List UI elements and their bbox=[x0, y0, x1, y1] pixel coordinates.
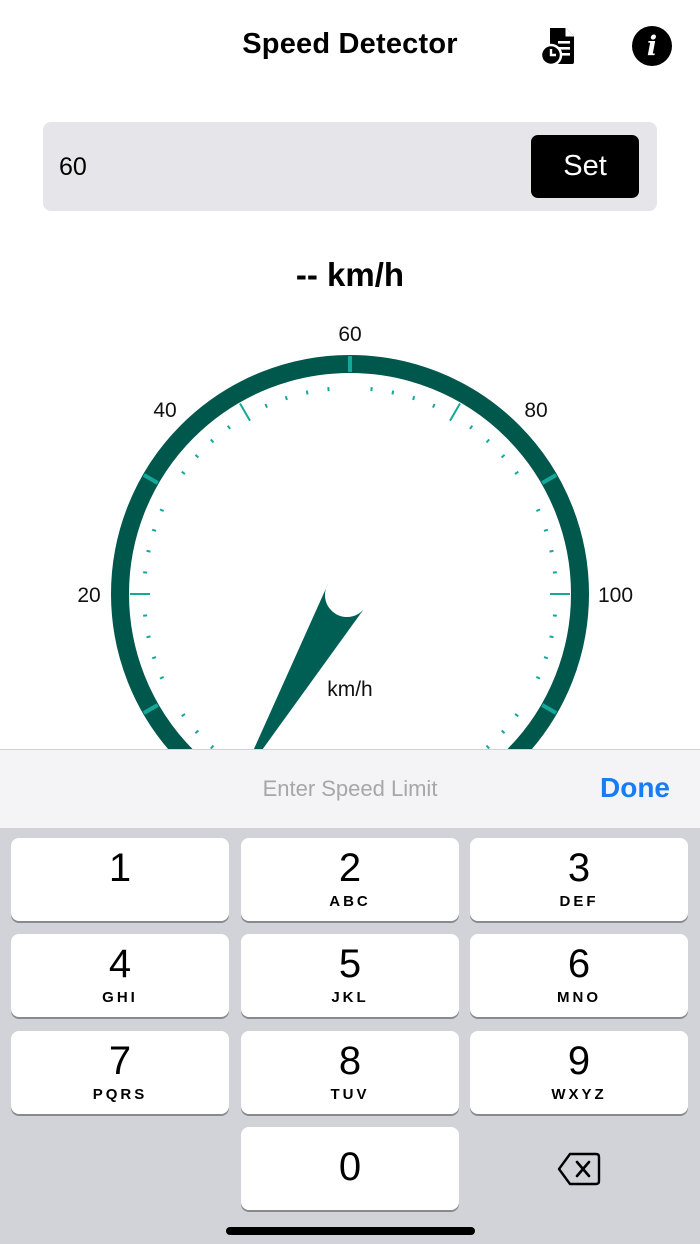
key-2[interactable]: 2 ABC bbox=[241, 838, 459, 921]
gauge-minor-tick bbox=[514, 713, 519, 718]
gauge-minor-tick bbox=[412, 395, 416, 401]
page-title: Speed Detector bbox=[242, 28, 458, 60]
gauge-minor-tick bbox=[210, 438, 215, 444]
gauge-tick-label: 60 bbox=[338, 323, 361, 346]
info-button[interactable]: i bbox=[632, 26, 672, 66]
done-button[interactable]: Done bbox=[600, 772, 670, 804]
gauge-minor-tick bbox=[181, 470, 186, 475]
keyboard-accessory-bar: Enter Speed Limit Done bbox=[0, 749, 700, 828]
gauge-minor-tick bbox=[264, 403, 268, 409]
info-circle-icon: i bbox=[646, 30, 658, 62]
current-speed-readout: -- km/h bbox=[295, 256, 405, 293]
key-5[interactable]: 5 JKL bbox=[241, 934, 459, 1017]
gauge-needle bbox=[253, 584, 367, 750]
gauge-tick-label: 20 bbox=[77, 584, 100, 607]
backspace-icon bbox=[557, 1152, 601, 1185]
gauge-minor-tick bbox=[391, 390, 395, 395]
key-9[interactable]: 9 WXYZ bbox=[470, 1031, 688, 1114]
gauge-minor-tick bbox=[159, 508, 165, 512]
gauge-minor-tick bbox=[469, 425, 474, 430]
key-3[interactable]: 3 DEF bbox=[470, 838, 688, 921]
speed-limit-input[interactable] bbox=[59, 142, 499, 192]
gauge-tick-label: 100 bbox=[598, 584, 633, 607]
gauge-minor-tick bbox=[549, 635, 554, 639]
gauge-minor-tick bbox=[500, 454, 506, 459]
speed-limit-bar: Set bbox=[43, 122, 657, 211]
history-button[interactable] bbox=[538, 24, 582, 68]
gauge-minor-tick bbox=[181, 713, 186, 718]
gauge-minor-tick bbox=[194, 729, 200, 734]
gauge-tick-label: 40 bbox=[153, 399, 176, 422]
gauge-minor-tick bbox=[151, 528, 157, 532]
gauge-minor-tick bbox=[514, 470, 519, 475]
navigation-bar: Speed Detector i bbox=[0, 0, 700, 95]
gauge-tick-label: 80 bbox=[524, 399, 547, 422]
key-8[interactable]: 8 TUV bbox=[241, 1031, 459, 1114]
speedometer-svg: 20 40 60 80 100 km/h bbox=[77, 323, 633, 750]
gauge-minor-tick bbox=[543, 656, 549, 660]
gauge-unit-label: km/h bbox=[327, 678, 373, 701]
gauge-minor-tick bbox=[159, 676, 165, 680]
gauge-minor-tick bbox=[305, 390, 309, 395]
delete-key[interactable] bbox=[470, 1127, 688, 1210]
speed-limit-prompt: Enter Speed Limit bbox=[262, 776, 438, 801]
gauge-minor-tick bbox=[194, 454, 200, 459]
gauge-minor-tick bbox=[146, 549, 151, 553]
set-button[interactable]: Set bbox=[531, 135, 639, 198]
gauge-minor-tick bbox=[535, 676, 541, 680]
gauge-minor-tick bbox=[284, 395, 288, 401]
numeric-keypad: 1 2 ABC 3 DEF 4 GHI 5 JKL 6 MNO 7 PQRS 8… bbox=[0, 828, 700, 1244]
key-1[interactable]: 1 bbox=[11, 838, 229, 921]
gauge-minor-tick bbox=[432, 403, 436, 409]
gauge-medium-tick bbox=[449, 402, 461, 422]
key-7[interactable]: 7 PQRS bbox=[11, 1031, 229, 1114]
gauge-minor-tick bbox=[549, 549, 554, 553]
document-clock-icon bbox=[539, 28, 574, 67]
gauge-medium-tick bbox=[239, 402, 251, 422]
gauge-minor-tick bbox=[535, 508, 541, 512]
gauge-minor-tick bbox=[226, 425, 231, 430]
gauge-minor-tick bbox=[500, 729, 506, 734]
gauge-minor-tick bbox=[151, 656, 157, 660]
gauge-minor-tick bbox=[146, 635, 151, 639]
gauge-minor-tick bbox=[543, 528, 549, 532]
key-6[interactable]: 6 MNO bbox=[470, 934, 688, 1017]
speedometer-gauge: 20 40 60 80 100 km/h bbox=[0, 300, 700, 750]
key-0[interactable]: 0 bbox=[241, 1127, 459, 1210]
gauge-minor-tick bbox=[485, 438, 490, 444]
home-indicator bbox=[226, 1227, 475, 1235]
key-4[interactable]: 4 GHI bbox=[11, 934, 229, 1017]
